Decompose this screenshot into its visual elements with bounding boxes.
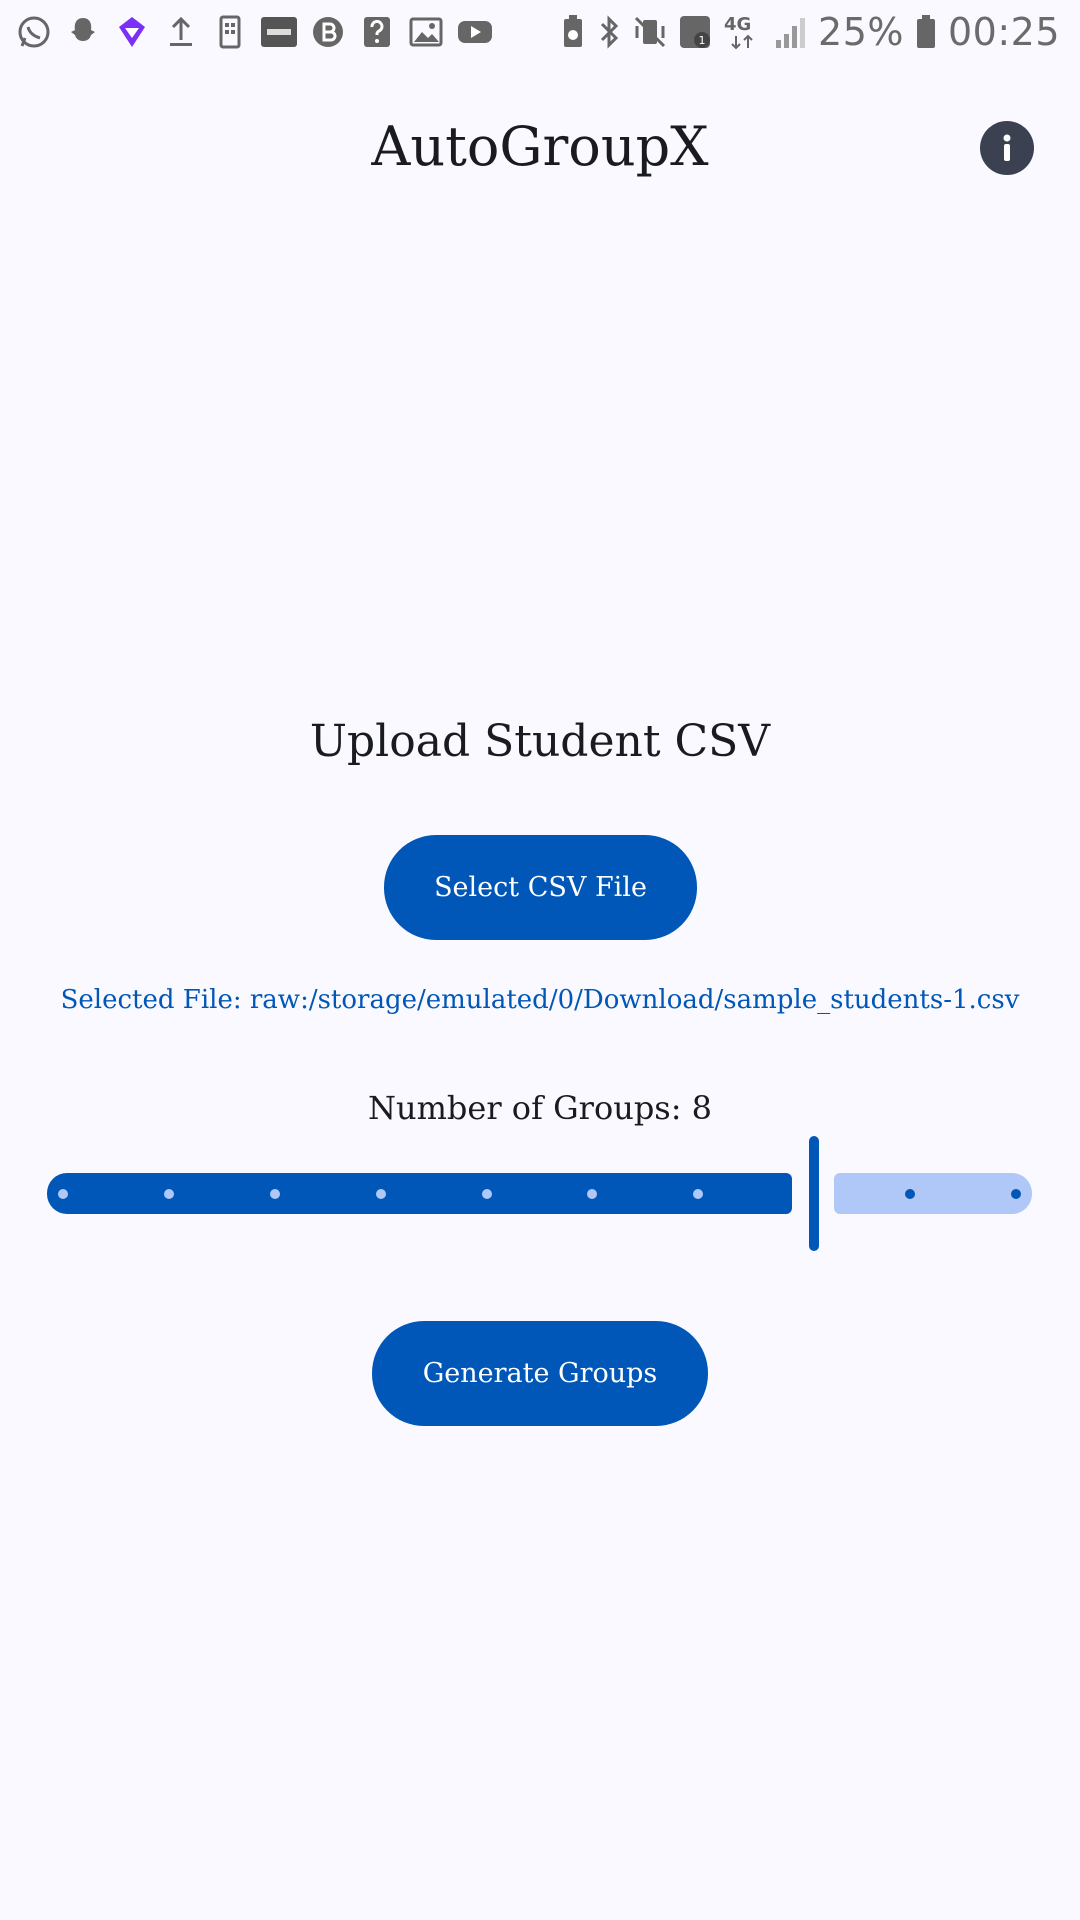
slider-active-track xyxy=(47,1173,792,1214)
slider-tick xyxy=(481,1189,492,1199)
bitcoin-icon xyxy=(310,14,346,50)
app-title: AutoGroupX xyxy=(371,115,709,178)
groups-count-label: Number of Groups: 8 xyxy=(367,1089,713,1127)
slider-tick xyxy=(58,1189,68,1199)
battery-saver-icon xyxy=(560,14,586,50)
slider-tick xyxy=(163,1189,174,1199)
help-icon xyxy=(359,14,395,50)
slider-inactive-track xyxy=(834,1173,1032,1214)
selected-file-text: Selected File: raw:/storage/emulated/0/D… xyxy=(60,985,1020,1015)
slider-tick xyxy=(269,1189,280,1199)
clock: 00:25 xyxy=(947,10,1060,54)
phone-app-icon xyxy=(212,14,248,50)
slider-tick xyxy=(375,1189,386,1199)
groups-slider[interactable] xyxy=(47,1135,1032,1255)
vibrate-mute-icon xyxy=(632,14,668,50)
system-icons: 1 4G 25% 00:25 xyxy=(560,8,1060,56)
section-title: Upload Student CSV xyxy=(309,716,771,767)
battery-percentage: 25% xyxy=(818,10,904,54)
notification-icons xyxy=(16,12,493,52)
battery-icon xyxy=(914,14,938,50)
slider-thumb[interactable] xyxy=(809,1136,819,1251)
svg-text:1: 1 xyxy=(699,34,706,47)
whatsapp-icon xyxy=(16,14,52,50)
slider-tick xyxy=(1011,1189,1021,1199)
select-csv-button[interactable]: Select CSV File xyxy=(384,835,697,940)
status-bar: 1 4G 25% 00:25 xyxy=(0,0,1080,64)
upload-icon xyxy=(163,14,199,50)
info-icon xyxy=(1003,134,1011,161)
snapchat-icon xyxy=(65,14,101,50)
crypto-app-icon xyxy=(114,14,150,50)
generate-groups-button[interactable]: Generate Groups xyxy=(372,1321,708,1426)
signal-icon xyxy=(774,14,808,50)
network-4g-icon: 4G xyxy=(724,12,764,52)
wifi-calling-icon: 1 xyxy=(678,14,714,50)
bybit-icon xyxy=(261,14,297,50)
network-type-label: 4G xyxy=(724,14,751,35)
bluetooth-icon xyxy=(596,14,622,50)
info-button[interactable] xyxy=(980,121,1034,175)
youtube-icon xyxy=(457,14,493,50)
image-icon xyxy=(408,14,444,50)
